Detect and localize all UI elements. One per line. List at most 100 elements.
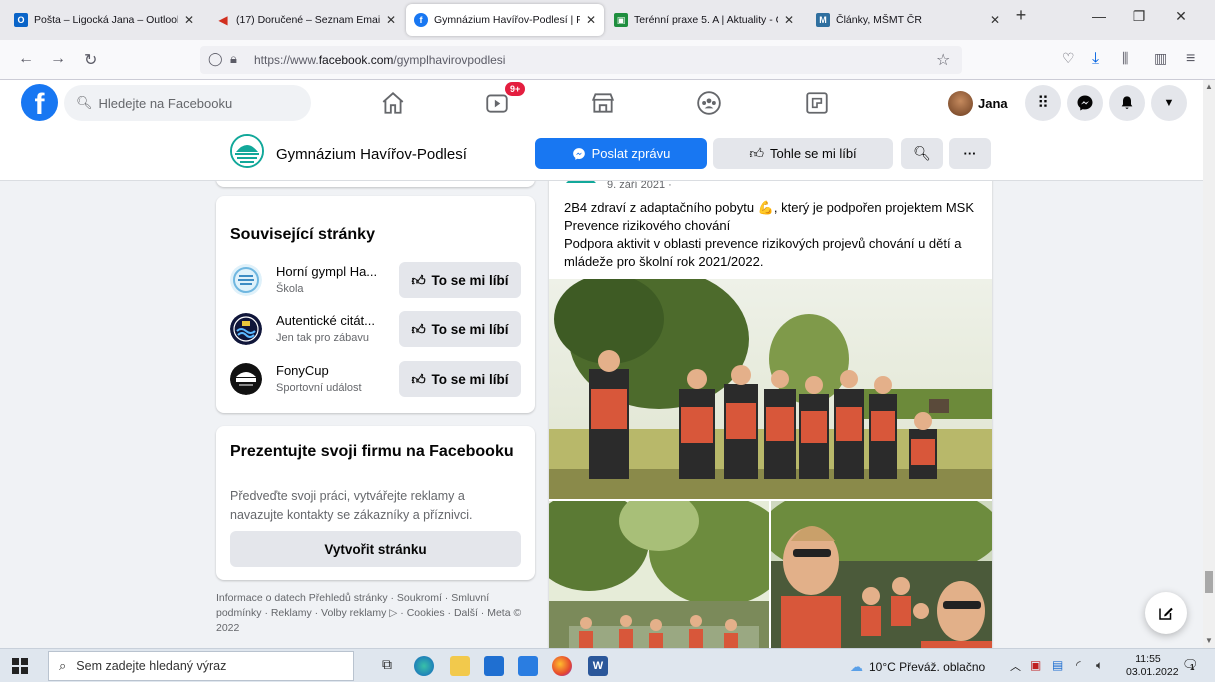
firefox-icon[interactable] [552,656,572,676]
wifi-icon[interactable]: ◜ [1076,658,1081,672]
task-view-icon[interactable]: ⧉ [382,656,402,676]
seznam-icon: ◀ [218,13,228,27]
weather-widget[interactable]: ☁ 10°C Převáž. oblačno [850,659,985,675]
like-related-page-button[interactable]: 👍︎ To se mi líbí [399,262,521,298]
scrollbar-thumb[interactable] [1205,571,1213,593]
minimize-icon[interactable]: — [1084,8,1114,24]
related-page-name[interactable]: FonyCup [276,363,329,378]
edge-icon[interactable] [414,656,434,676]
tab-facebook[interactable]: f Gymnázium Havířov-Podlesí | F ✕ [406,4,604,36]
footer-links[interactable]: Informace o datech Přehledů stránky · So… [216,591,526,636]
restore-icon[interactable]: ❐ [1124,8,1154,25]
url-bar[interactable]: ◯ 🔒︎ https://www.facebook.com/gymplhavir… [200,46,962,74]
scroll-down-icon[interactable]: ▼ [1205,636,1213,645]
taskbar-search-input[interactable]: ⌕ Sem zadejte hledaný výraz [48,651,354,681]
cloud-icon: ☁ [850,659,863,674]
tab-seznam-email[interactable]: ◀ (17) Doručené – Seznam Email ✕ [208,4,404,36]
page-scrollbar[interactable]: ▲ ▼ [1203,80,1215,648]
home-icon[interactable] [380,90,406,116]
lock-icon[interactable]: 🔒︎ [230,51,237,67]
search-icon: 🔍︎ [913,145,931,161]
facebook-search-input[interactable]: 🔍︎ Hledejte na Facebooku [64,85,311,121]
create-page-button[interactable]: Vytvořit stránku [230,531,521,567]
post-author-avatar[interactable] [564,181,598,187]
sidebar-icon[interactable]: ▥ [1154,50,1167,67]
related-page-avatar-horni-gympl[interactable] [230,264,262,296]
page-title[interactable]: Gymnázium Havířov-Podlesí [276,146,467,163]
windows-taskbar: ⌕ Sem zadejte hledaný výraz ⧉ W ☁ 10°C P… [0,648,1215,682]
promote-business-card: Prezentujte svoji firmu na Facebooku Pře… [216,426,535,580]
file-explorer-icon[interactable] [450,656,470,676]
close-window-icon[interactable]: ✕ [1166,8,1196,25]
tab-classroom[interactable]: ▣ Terénní praxe 5. A | Aktuality - G ✕ [606,4,802,36]
notification-center-icon[interactable]: 🗨︎ 1 [1182,657,1200,675]
facebook-icon: f [414,13,428,27]
related-page-row: Autentické citát... Jen tak pro zábavu 👍… [230,311,525,351]
library-icon[interactable]: ⫼ [1122,50,1128,67]
related-page-avatar-fonycup[interactable] [230,363,262,395]
pocket-icon[interactable]: ♡ [1062,50,1075,67]
messenger-icon[interactable] [1067,85,1103,121]
like-related-page-button[interactable]: 👍︎ To se mi líbí [399,311,521,347]
promo-title: Prezentujte svoji firmu na Facebooku [230,443,514,460]
user-name[interactable]: Jana [978,96,1008,111]
tab-msmt[interactable]: M Články, MŠMT ČR ✕ [808,4,1008,36]
tab-outlook[interactable]: O Pošta – Ligocká Jana – Outlook ✕ [6,4,202,36]
groups-icon[interactable] [696,90,722,116]
send-message-button[interactable]: Poslat zprávu [535,138,707,169]
mail-icon[interactable] [518,656,538,676]
account-dropdown-icon[interactable]: ▼ [1151,85,1187,121]
search-icon: ⌕ [59,658,67,673]
close-tab-icon[interactable]: ✕ [990,13,1000,27]
post-photo-river[interactable] [549,501,769,648]
url-text[interactable]: https://www.facebook.com/gymplhavirovpod… [254,53,505,67]
volume-icon[interactable]: 🔈︎ [1096,658,1103,673]
user-avatar[interactable] [948,91,973,116]
facebook-top-bar: f 🔍︎ Hledejte na Facebooku 9+ Jana ⠿ ▼ [0,80,1203,126]
close-tab-icon[interactable]: ✕ [184,13,194,27]
thumbs-up-icon: 👍︎ [749,145,764,161]
menu-grid-icon[interactable]: ⠿ [1025,85,1061,121]
scroll-up-icon[interactable]: ▲ [1205,82,1213,91]
tray-expand-icon[interactable]: ︿ [1010,658,1021,674]
compose-icon [1159,607,1173,620]
related-page-row: FonyCup Sportovní událost 👍︎ To se mi líb… [230,361,525,401]
post-timestamp[interactable]: 9. září 2021 · [607,181,672,191]
menu-icon[interactable]: ≡ [1186,50,1195,68]
post-photo-group[interactable] [549,279,992,499]
new-message-button[interactable] [1145,592,1187,634]
page-logo[interactable] [230,134,264,168]
tray-network-icon[interactable]: ▤ [1052,658,1063,672]
back-icon[interactable]: ← [18,50,34,68]
related-page-name[interactable]: Horní gympl Ha... [276,264,377,279]
marketplace-icon[interactable] [590,90,616,116]
taskbar-clock[interactable]: 11:55 03.01.2022 [1126,653,1179,679]
store-icon[interactable] [484,656,504,676]
post-photo-selfie[interactable] [771,501,992,648]
page-search-button[interactable]: 🔍︎ [901,138,943,169]
close-tab-icon[interactable]: ✕ [386,13,396,27]
new-tab-icon[interactable]: + [1006,5,1036,26]
related-page-category: Jen tak pro zábavu [276,332,369,344]
windows-start-icon[interactable] [12,658,28,674]
close-tab-icon[interactable]: ✕ [784,13,794,27]
related-page-category: Sportovní událost [276,382,362,394]
close-tab-icon[interactable]: ✕ [586,13,596,27]
forward-icon[interactable]: → [50,50,66,68]
more-options-button[interactable]: ··· [949,138,991,169]
notifications-bell-icon[interactable] [1109,85,1145,121]
word-icon[interactable]: W [588,656,608,676]
reload-icon[interactable]: ↻ [84,50,97,70]
facebook-logo-icon[interactable]: f [21,84,58,121]
like-page-button[interactable]: 👍︎ Tohle se mi líbí [713,138,893,169]
like-related-page-button[interactable]: 👍︎ To se mi líbí [399,361,521,397]
related-page-avatar-autenticke-citaty[interactable] [230,313,262,345]
bookmark-star-icon[interactable]: ☆ [936,50,950,70]
related-page-name[interactable]: Autentické citát... [276,313,375,328]
gaming-icon[interactable] [804,90,830,116]
shield-icon[interactable]: ◯ [208,51,223,67]
download-icon[interactable]: ⤓ [1092,50,1099,68]
msmt-icon: M [816,13,830,27]
video-notification-badge: 9+ [505,82,526,96]
tray-app-icon[interactable]: ▣ [1030,658,1041,672]
